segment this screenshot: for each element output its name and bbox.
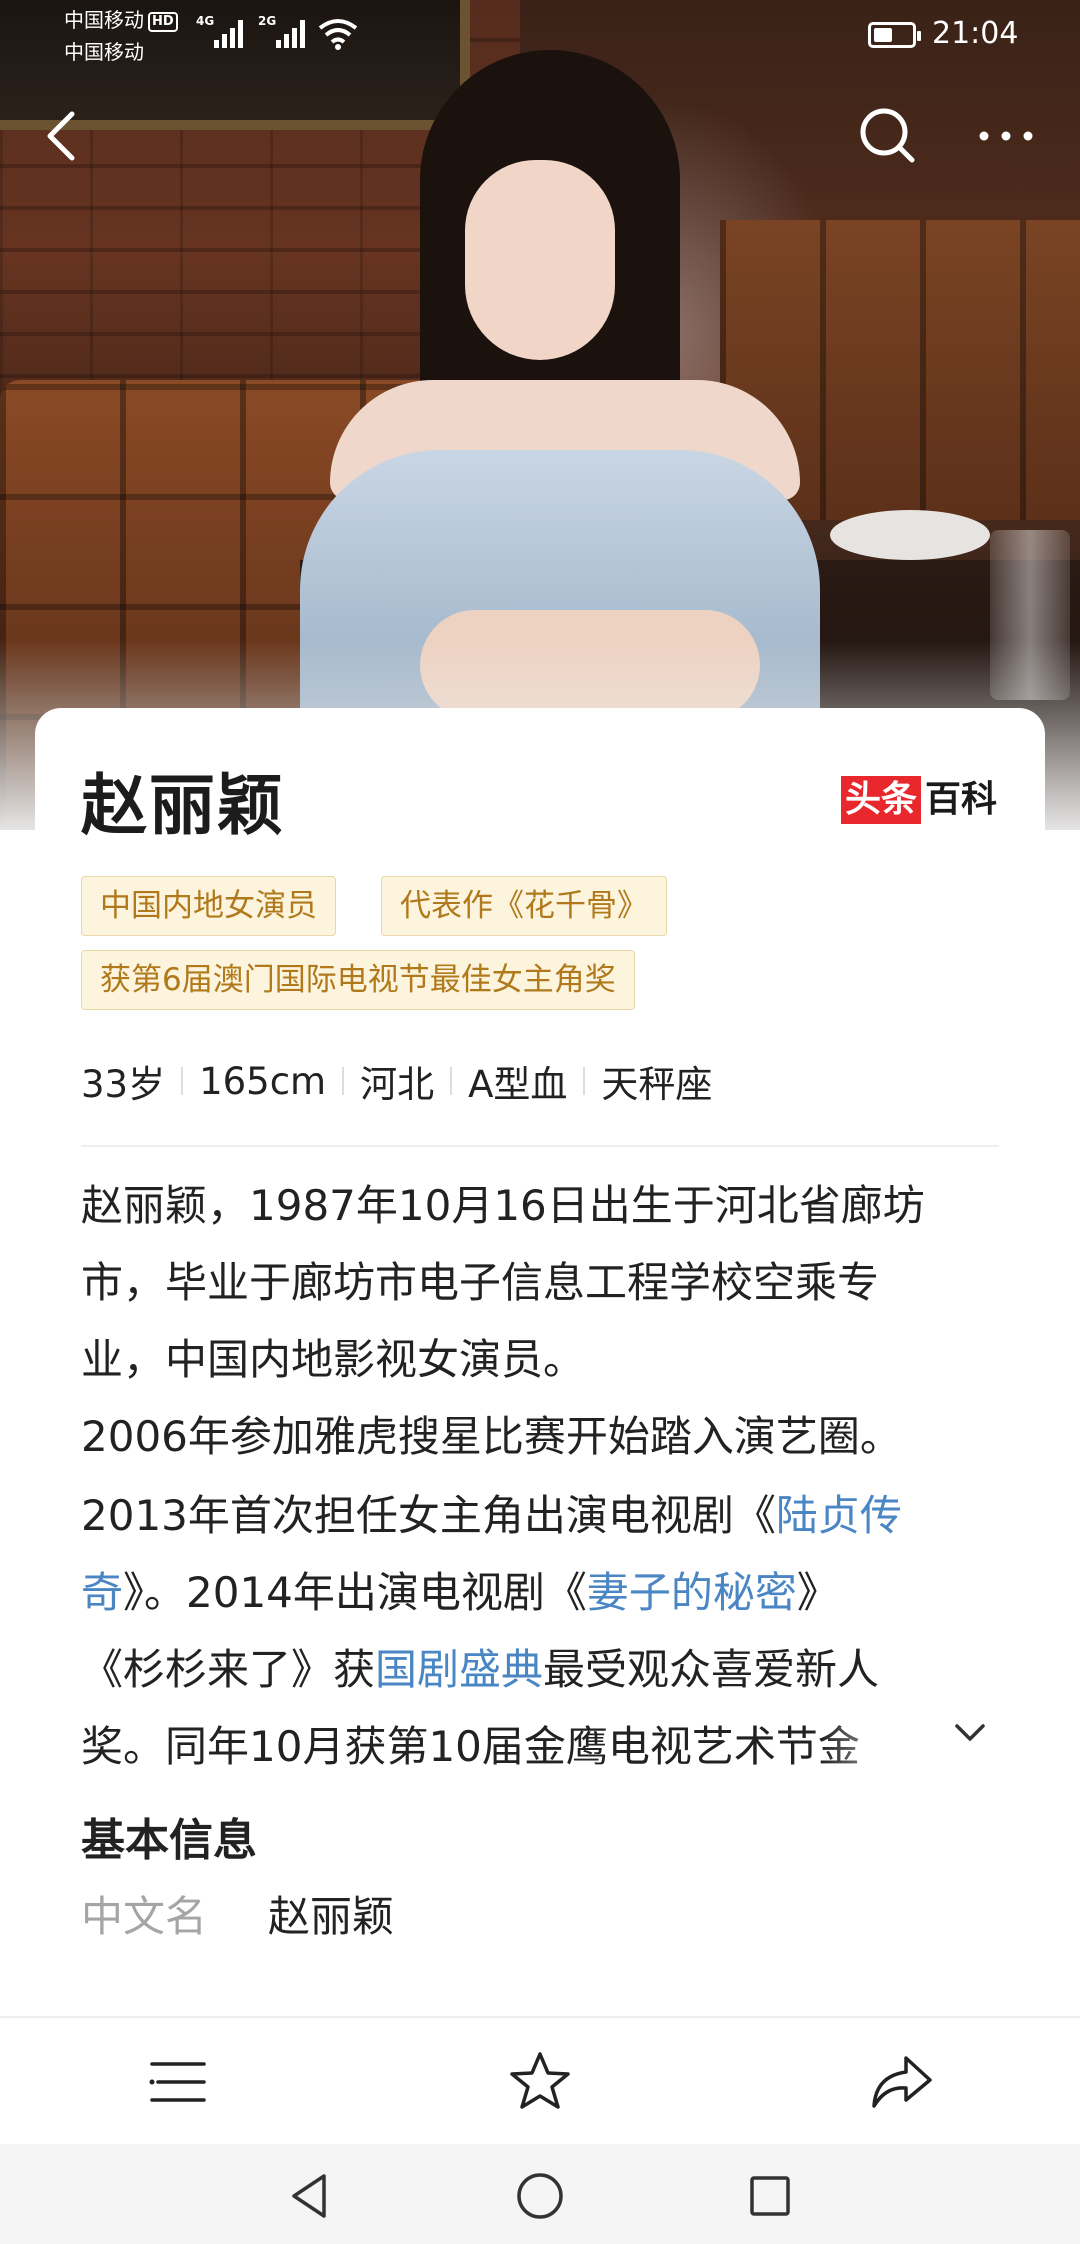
star-icon	[510, 2052, 570, 2109]
fact-zodiac: 天秤座	[601, 1063, 713, 1106]
square-recent-icon	[750, 2176, 790, 2216]
triangle-back-icon	[292, 2174, 326, 2218]
share-button[interactable]	[862, 2042, 942, 2122]
expand-summary-button[interactable]	[945, 1708, 995, 1758]
system-back-button[interactable]	[280, 2166, 340, 2226]
system-navigation-bar	[0, 2144, 1080, 2244]
toutiao-baike-logo: 头条 百科	[841, 776, 997, 824]
carrier-2: 中国移动	[64, 40, 144, 64]
wifi-icon	[318, 19, 358, 50]
link-lu-zhen-cont[interactable]: 奇	[81, 1568, 123, 1617]
fact-blood-type: A型血	[468, 1063, 568, 1106]
share-icon	[872, 2056, 932, 2108]
tag[interactable]: 中国内地女演员	[81, 876, 336, 936]
summary-text: 赵丽颖，1987年10月16日出生于河北省廊坊 市，毕业于廊坊市电子信息工程学校…	[81, 1181, 925, 1461]
back-button[interactable]	[36, 100, 96, 172]
more-button[interactable]	[970, 110, 1042, 162]
bottom-toolbar	[0, 2016, 1080, 2144]
tag[interactable]: 代表作《花千骨》	[381, 876, 667, 936]
page-title: 赵丽颖	[81, 767, 285, 844]
system-recent-button[interactable]	[740, 2166, 800, 2226]
hd-badge: HD	[148, 12, 178, 32]
carrier-1: 中国移动 HD	[64, 8, 178, 32]
status-bar: 中国移动 HD 中国移动 4G 2G 21:04	[64, 8, 1019, 64]
info-key-chinese-name: 中文名	[81, 1892, 208, 1941]
divider	[81, 1145, 999, 1147]
list-icon	[149, 2062, 206, 2102]
link-wife-secret[interactable]: 妻子的秘密	[587, 1568, 797, 1617]
fact-height: 165cm	[199, 1059, 327, 1103]
tag[interactable]: 获第6届澳门国际电视节最佳女主角奖	[81, 950, 635, 1010]
more-dots-icon	[979, 131, 1033, 141]
clock: 21:04	[932, 16, 1019, 51]
quick-facts: 33岁 165cm 河北 A型血 天秤座	[81, 1054, 712, 1108]
system-home-button[interactable]	[510, 2166, 570, 2226]
basic-info-heading: 基本信息	[81, 1815, 257, 1866]
link-drama-awards[interactable]: 国剧盛典	[375, 1645, 543, 1694]
link-lu-zhen[interactable]: 陆贞传	[776, 1491, 902, 1540]
chevron-down-icon	[955, 1724, 985, 1741]
summary-text-continued: 2013年首次担任女主角出演电视剧《陆贞传 奇》。2014年出演电视剧《妻子的秘…	[81, 1486, 1001, 1806]
back-arrow-icon	[47, 111, 75, 161]
favorite-button[interactable]	[500, 2042, 580, 2122]
search-button[interactable]	[852, 100, 924, 172]
plate	[830, 510, 990, 560]
fact-origin: 河北	[360, 1063, 435, 1106]
info-value-chinese-name: 赵丽颖	[268, 1892, 395, 1941]
circle-home-icon	[517, 2173, 563, 2219]
fact-age: 33岁	[81, 1063, 166, 1106]
article-card: 赵丽颖 头条 百科 中国内地女演员 代表作《花千骨》 获第6届澳门国际电视节最佳…	[35, 708, 1045, 2018]
search-icon	[860, 108, 915, 163]
catalog-button[interactable]	[138, 2042, 218, 2122]
battery-icon	[868, 22, 921, 48]
